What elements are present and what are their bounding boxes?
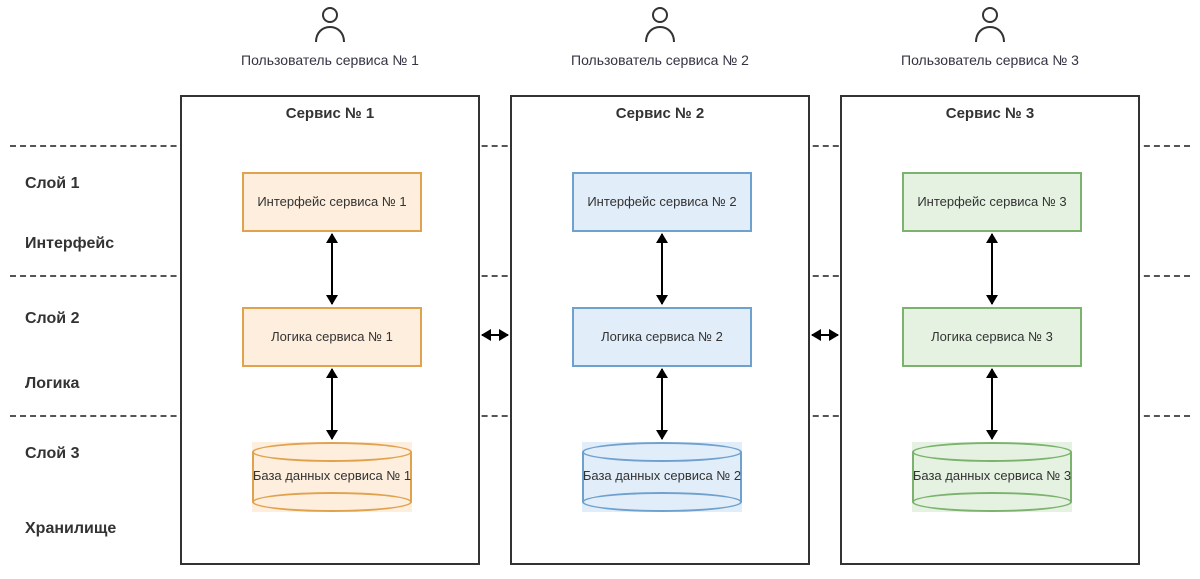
layer-2-title: Слой 2 [25, 310, 175, 328]
user-1-caption: Пользователь сервиса № 1 [180, 52, 480, 68]
service-2-title: Сервис № 2 [512, 105, 808, 122]
service-1-container: Сервис № 1 Интерфейс сервиса № 1 Логика … [180, 95, 480, 565]
user-icon [973, 5, 1007, 43]
arrow-s3-if-logic [991, 234, 993, 304]
layer-3-name: Хранилище [25, 520, 175, 538]
service-3-interface: Интерфейс сервиса № 3 [902, 172, 1082, 232]
user-3: Пользователь сервиса № 3 [840, 5, 1140, 68]
arrow-s2-if-logic [661, 234, 663, 304]
arrow-s1-logic-db [331, 369, 333, 439]
diagram-canvas: Слой 1 Интерфейс Слой 2 Логика Слой 3 Хр… [0, 0, 1200, 579]
arrow-s2-s3 [812, 334, 838, 336]
arrow-s2-logic-db [661, 369, 663, 439]
arrow-s1-if-logic [331, 234, 333, 304]
arrow-s3-logic-db [991, 369, 993, 439]
service-3-db-label: База данных сервиса № 3 [912, 468, 1072, 485]
service-3-db: База данных сервиса № 3 [912, 442, 1072, 512]
layer-1-name: Интерфейс [25, 235, 175, 253]
service-2-db-label: База данных сервиса № 2 [582, 468, 742, 485]
user-2-caption: Пользователь сервиса № 2 [510, 52, 810, 68]
service-1-db-label: База данных сервиса № 1 [252, 468, 412, 485]
service-3-container: Сервис № 3 Интерфейс сервиса № 3 Логика … [840, 95, 1140, 565]
service-2-interface: Интерфейс сервиса № 2 [572, 172, 752, 232]
service-1-logic: Логика сервиса № 1 [242, 307, 422, 367]
service-2-logic: Логика сервиса № 2 [572, 307, 752, 367]
user-3-caption: Пользователь сервиса № 3 [840, 52, 1140, 68]
service-2-db: База данных сервиса № 2 [582, 442, 742, 512]
layer-1-title: Слой 1 [25, 175, 175, 193]
service-3-logic: Логика сервиса № 3 [902, 307, 1082, 367]
service-3-title: Сервис № 3 [842, 105, 1138, 122]
layer-2-name: Логика [25, 375, 175, 393]
user-icon [643, 5, 677, 43]
user-icon [313, 5, 347, 43]
user-1: Пользователь сервиса № 1 [180, 5, 480, 68]
layer-3-title: Слой 3 [25, 445, 175, 463]
user-2: Пользователь сервиса № 2 [510, 5, 810, 68]
service-1-db: База данных сервиса № 1 [252, 442, 412, 512]
service-1-title: Сервис № 1 [182, 105, 478, 122]
arrow-s1-s2 [482, 334, 508, 336]
service-2-container: Сервис № 2 Интерфейс сервиса № 2 Логика … [510, 95, 810, 565]
service-1-interface: Интерфейс сервиса № 1 [242, 172, 422, 232]
